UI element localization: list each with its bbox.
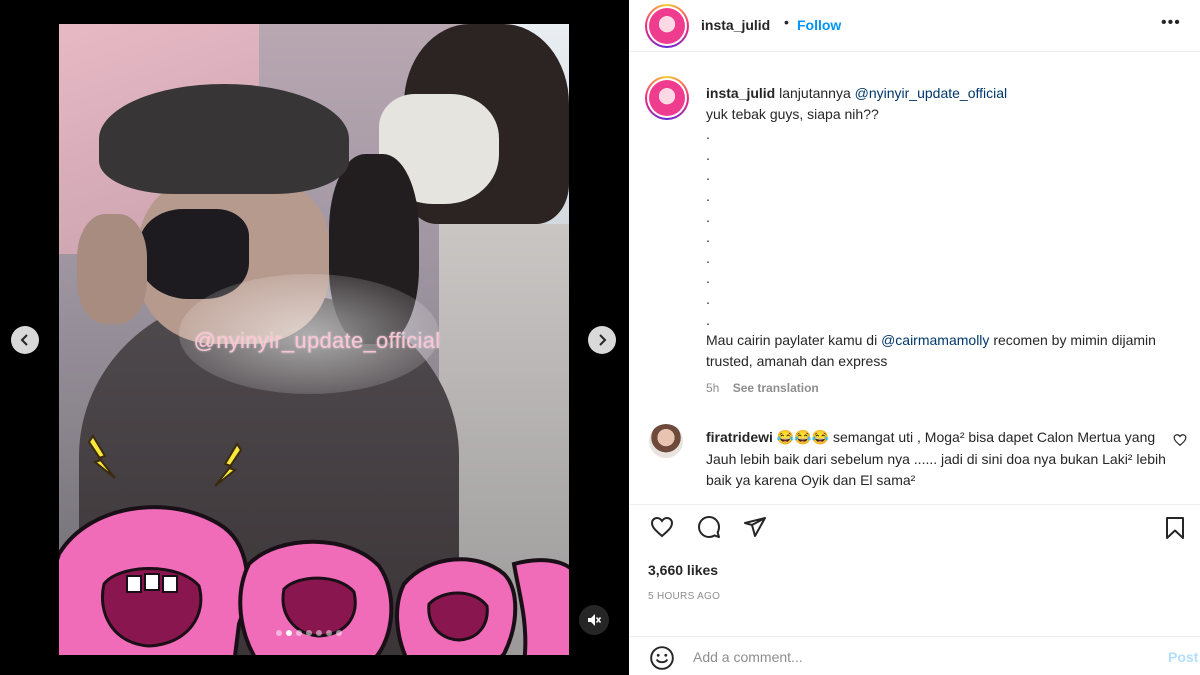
lightning-bolt-icon	[214, 442, 243, 487]
post-actions	[629, 504, 1200, 552]
caption-dot-line: .	[706, 311, 710, 328]
author-avatar[interactable]	[645, 4, 689, 48]
video-person-left-hand	[77, 214, 147, 324]
post-video[interactable]: @nyinyir_update_official	[59, 24, 569, 655]
caption-dot-line: .	[706, 187, 710, 204]
caption-dot-line: .	[706, 146, 710, 163]
caption-promo-text: Mau cairin paylater kamu di	[706, 332, 878, 349]
caption-author-avatar[interactable]	[645, 76, 689, 120]
comment-input[interactable]	[693, 645, 1133, 669]
next-slide-button[interactable]	[588, 326, 616, 354]
post-caption: insta_julid lanjutannya @nyinyir_update_…	[706, 83, 1186, 371]
carousel-dot	[336, 630, 342, 636]
see-translation-link[interactable]: See translation	[733, 381, 819, 395]
caption-lead-text: lanjutannya	[779, 85, 851, 101]
carousel-dot	[296, 630, 302, 636]
mute-button[interactable]	[579, 605, 609, 635]
header-separator: •	[784, 14, 789, 30]
post-header: insta_julid • Follow •••	[629, 0, 1200, 52]
commenter-username[interactable]: firatridewi	[706, 429, 773, 445]
carousel-dot	[286, 630, 292, 636]
caption-username[interactable]: insta_julid	[706, 85, 775, 101]
post-side-panel: insta_julid • Follow ••• insta_julid lan…	[629, 0, 1200, 675]
caption-dot-line: .	[706, 290, 710, 307]
caption-promo-mention[interactable]: @cairmamamolly	[881, 332, 989, 348]
caption-dot-line: .	[706, 167, 710, 184]
carousel-dots	[276, 630, 342, 636]
caption-line-2: yuk tebak guys, siapa nih??	[706, 105, 879, 122]
comment-bubble-icon[interactable]	[696, 515, 722, 539]
chevron-right-icon	[599, 334, 607, 346]
post-comment-button[interactable]: Post	[1168, 649, 1198, 665]
likes-count[interactable]: 3,660 likes	[648, 562, 718, 578]
caption-dot-line: .	[706, 126, 710, 143]
commenter-avatar[interactable]	[649, 424, 683, 458]
carousel-dot	[316, 630, 322, 636]
like-heart-icon[interactable]	[649, 515, 675, 539]
lightning-bolt-icon	[87, 434, 116, 479]
comment-like-heart-icon[interactable]	[1173, 433, 1187, 447]
caption-dot-line: .	[706, 229, 710, 246]
caption-age: 5h	[706, 381, 720, 395]
muted-speaker-icon	[588, 614, 601, 626]
chevron-left-icon	[20, 334, 28, 346]
post-timestamp[interactable]: 5 HOURS AGO	[648, 591, 720, 602]
add-comment-bar: Post	[629, 636, 1200, 675]
follow-button[interactable]: Follow	[797, 17, 841, 33]
more-options-button[interactable]: •••	[1161, 14, 1181, 32]
comment-item: firatridewi 😂😂😂 semangat uti , Moga² bis…	[706, 427, 1166, 492]
previous-slide-button[interactable]	[11, 326, 39, 354]
comment-emojis: 😂😂😂	[776, 429, 830, 445]
caption-dot-lines: ..........	[706, 124, 1186, 330]
caption-mention[interactable]: @nyinyir_update_official	[855, 85, 1008, 101]
comment-text: semangat uti , Moga² bisa dapet Calon Me…	[706, 429, 1166, 488]
video-person-left-cap	[99, 84, 349, 194]
author-username[interactable]: insta_julid	[701, 17, 770, 33]
save-bookmark-icon[interactable]	[1163, 515, 1187, 541]
share-send-icon[interactable]	[742, 515, 768, 539]
caption-dot-line: .	[706, 270, 710, 287]
carousel-dot	[276, 630, 282, 636]
caption-dot-line: .	[706, 249, 710, 266]
video-watermark: @nyinyir_update_official	[193, 328, 441, 353]
caption-dot-line: .	[706, 208, 710, 225]
media-viewer: @nyinyir_update_official	[0, 0, 629, 675]
caption-meta: 5h See translation	[706, 381, 819, 395]
emoji-smile-icon[interactable]	[649, 645, 675, 671]
carousel-dot	[326, 630, 332, 636]
carousel-dot	[306, 630, 312, 636]
